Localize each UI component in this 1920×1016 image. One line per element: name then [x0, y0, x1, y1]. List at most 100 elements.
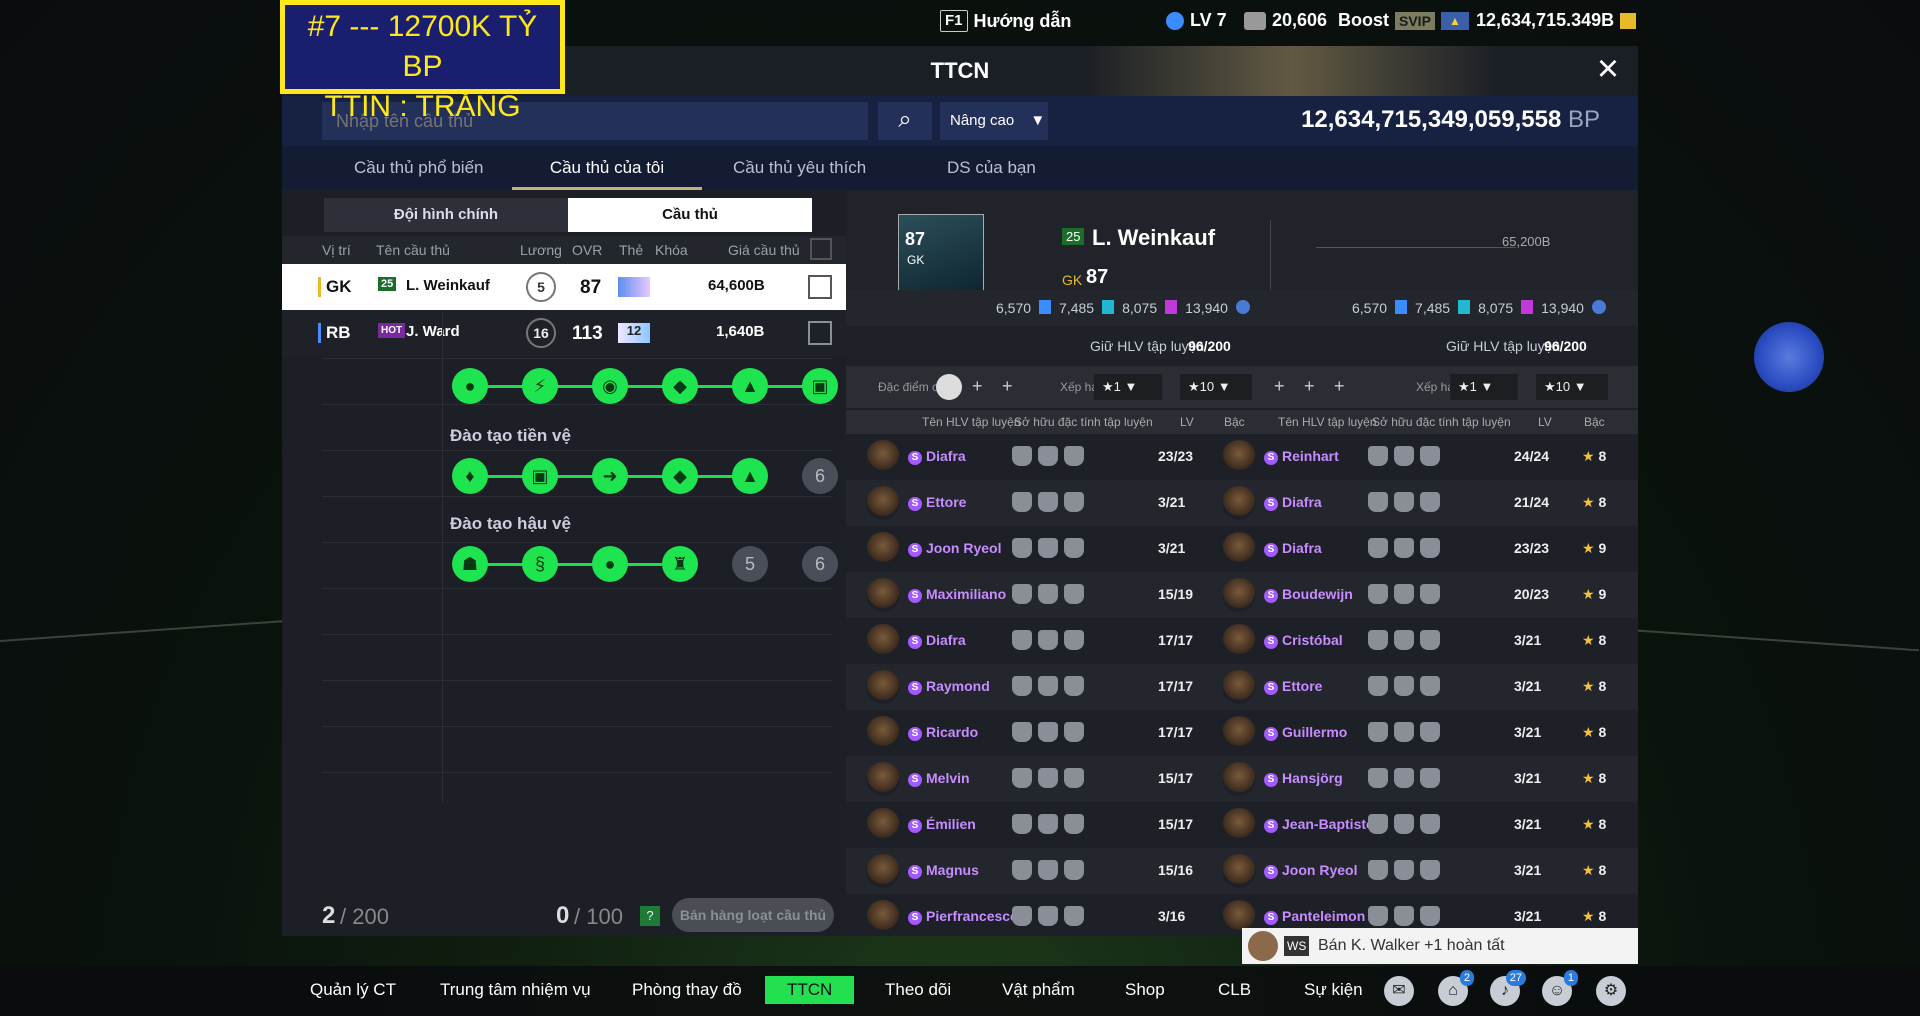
col-card: Thẻ	[619, 242, 644, 258]
coach-row[interactable]: SRaymond 17/17 ★ 7 SEttore 3/21 ★ 8	[846, 664, 1638, 710]
nav-club[interactable]: CLB	[1218, 980, 1251, 1000]
nav-items[interactable]: Vật phẩm	[1002, 980, 1075, 1000]
selected-count: 0	[556, 902, 570, 929]
trait-icon	[1420, 630, 1440, 650]
players-button[interactable]: Cầu thủ	[568, 198, 812, 232]
coach-row[interactable]: SMaximiliano 15/19 ★ 7 SBoudewijn 20/23 …	[846, 572, 1638, 618]
bulk-sell-button[interactable]: Bán hàng loạt cầu thủ	[672, 898, 834, 932]
main-squad-button[interactable]: Đội hình chính	[324, 198, 568, 232]
help-icon[interactable]: ?	[640, 906, 660, 926]
divider	[322, 726, 832, 727]
rank-to-dropdown[interactable]: ★10 ▼	[1180, 374, 1252, 400]
skill-lightning-icon[interactable]: ⚡	[522, 368, 558, 404]
nav-watchlist[interactable]: Theo dõi	[885, 980, 951, 1000]
col-ovr: OVR	[572, 242, 603, 258]
nav-transfer-market[interactable]: TTCN	[765, 976, 855, 1004]
trait-icon	[1012, 492, 1032, 512]
skill-goal-icon[interactable]: ▣	[522, 458, 558, 494]
add-trait-icon[interactable]: +	[1334, 376, 1345, 397]
tab-favorite-players[interactable]: Cầu thủ yêu thích	[733, 158, 866, 190]
nav-mission-center[interactable]: Trung tâm nhiệm vụ	[440, 980, 591, 1000]
market-tabs: Cầu thủ phổ biến Cầu thủ của tôi Cầu thủ…	[282, 146, 1638, 190]
trait-icons	[1368, 630, 1440, 650]
coach-row[interactable]: SMagnus 15/16 ★ 6 SJoon Ryeol 3/21 ★ 8	[846, 848, 1638, 894]
stream-overlay: #7 --- 12700K TỶ BP TTIN : TRẮNG	[280, 0, 565, 123]
gear-icon[interactable]: ⚙	[1596, 976, 1626, 1006]
user-icon[interactable]: ☺ 1	[1542, 970, 1578, 1006]
home-icon[interactable]: ⌂ 2	[1438, 970, 1474, 1006]
skill-boot-icon[interactable]: ◆	[662, 368, 698, 404]
skill-ball-icon[interactable]: ➜	[592, 458, 628, 494]
coach-rank: ★ 8	[1582, 862, 1606, 879]
skill-goal-icon[interactable]: ▣	[802, 368, 838, 404]
up-arrow-icon: ▲	[1440, 11, 1469, 30]
trait-icon	[1038, 630, 1058, 650]
chat-icon[interactable]: ✉	[1384, 976, 1414, 1006]
rank-filter-label: Xếp hạ	[1060, 380, 1099, 394]
skill-dribble-icon[interactable]: §	[522, 546, 558, 582]
player-name: L. Weinkauf	[406, 277, 490, 294]
col-price[interactable]: Giá cầu thủ	[728, 242, 800, 258]
skill-ball-icon[interactable]: ●	[592, 546, 628, 582]
rank-from-value: 1	[1113, 379, 1121, 394]
add-trait-icon[interactable]: +	[1304, 376, 1315, 397]
skill-helmet-icon[interactable]: ♜	[662, 546, 698, 582]
skill-pin-icon[interactable]: ◉	[592, 368, 628, 404]
close-icon[interactable]: ×	[1592, 50, 1624, 88]
skill-shirt-icon[interactable]: ▲	[732, 368, 768, 404]
trait-icons	[1368, 538, 1440, 558]
skill-trophy-icon[interactable]: ♦	[452, 458, 488, 494]
nav-events[interactable]: Sự kiện	[1304, 980, 1363, 1000]
special-icon: S	[908, 819, 922, 833]
coach-row[interactable]: S Ettore 3/21 ★ 8 S Diafra 21/24 ★ 8	[846, 480, 1638, 526]
coach-row[interactable]: SRicardo 17/17 ★ 7 SGuillermo 3/21 ★ 8	[846, 710, 1638, 756]
skill-player-icon[interactable]: ☗	[452, 546, 488, 582]
coach-level: 3/21	[1514, 632, 1542, 648]
skill-head-icon[interactable]: ●	[452, 368, 488, 404]
nav-team-management[interactable]: Quản lý CT	[310, 980, 396, 1000]
trait-icon	[1420, 722, 1440, 742]
divider	[322, 634, 832, 635]
advanced-filter-dropdown[interactable]: Nâng cao ▼	[940, 102, 1048, 140]
tab-your-list[interactable]: DS của bạn	[947, 158, 1036, 190]
trait-icon	[1012, 722, 1032, 742]
trait-icon	[1368, 906, 1388, 926]
skill-boot-icon[interactable]: ◆	[662, 458, 698, 494]
skill-shirt-icon[interactable]: ▲	[732, 458, 768, 494]
coach-name-text: Émilien	[926, 816, 976, 832]
add-trait-icon[interactable]: +	[1274, 376, 1285, 397]
coach-rank-value: 8	[1598, 908, 1607, 924]
coach-row[interactable]: SÉmilien 15/17 ★ 7 SJean-Baptiste 3/21 ★…	[846, 802, 1638, 848]
trait-icon	[1368, 584, 1388, 604]
tab-my-players[interactable]: Cầu thủ của tôi	[512, 158, 702, 190]
help-button[interactable]: F1 Hướng dẫn	[940, 10, 1071, 32]
coach-name-text: Raymond	[926, 678, 990, 694]
coach-filter-bar: Đặc điểm c + + Xếp hạ ★1 ▼ ★10 ▼ + + + X…	[846, 366, 1638, 408]
trait-slot-icon[interactable]	[936, 374, 962, 400]
add-trait-icon[interactable]: +	[1002, 376, 1013, 397]
detail-ovr: 87	[1086, 266, 1109, 288]
add-trait-icon[interactable]: +	[972, 376, 983, 397]
bell-icon[interactable]: ♪ 27	[1490, 970, 1526, 1006]
nav-locker-room[interactable]: Phòng thay đồ	[632, 980, 742, 1000]
coach-level: 20/23	[1514, 586, 1550, 602]
coach-level: 15/17	[1158, 770, 1194, 786]
boost-display[interactable]: Boost SVIP ▲	[1338, 10, 1469, 31]
nav-shop[interactable]: Shop	[1125, 980, 1165, 1000]
player-row[interactable]: GK 25 L. Weinkauf 5 87 64,600B	[282, 264, 846, 310]
row-checkbox[interactable]	[808, 275, 832, 299]
points-value: 20,606	[1272, 10, 1328, 30]
trait-icons	[1012, 860, 1084, 880]
coach-row[interactable]: SMelvin 15/17 ★ 7 SHansjörg 3/21 ★ 8	[846, 756, 1638, 802]
coach-row[interactable]: SJoon Ryeol 3/21 ★ 8 SDiafra 23/23 ★ 9	[846, 526, 1638, 572]
select-all-checkbox[interactable]	[810, 238, 832, 260]
chat-bubble-icon[interactable]	[1754, 322, 1824, 392]
coach-row[interactable]: SDiafra 17/17 ★ 7 SCristóbal 3/21 ★ 8	[846, 618, 1638, 664]
tab-popular-players[interactable]: Cầu thủ phổ biến	[354, 158, 484, 190]
rank-to-dropdown[interactable]: ★10 ▼	[1536, 374, 1608, 400]
coach-row[interactable]: SDiafra 23/23 ★ 9 SReinhart 24/24 ★ 8	[846, 434, 1638, 480]
player-card[interactable]: 87 GK	[898, 214, 984, 290]
search-icon[interactable]: ⌕	[878, 102, 932, 140]
rank-from-dropdown[interactable]: ★1 ▼	[1450, 374, 1518, 400]
rank-from-dropdown[interactable]: ★1 ▼	[1094, 374, 1162, 400]
